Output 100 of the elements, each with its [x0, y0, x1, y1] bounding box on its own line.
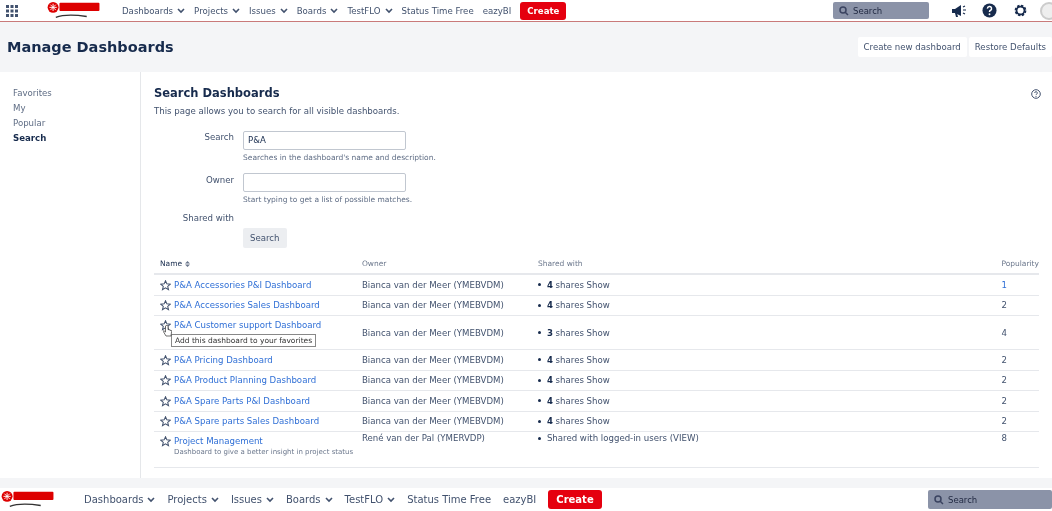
bullet-icon [537, 283, 541, 287]
search-field[interactable]: Search [833, 2, 929, 19]
create-button[interactable]: Create [548, 490, 602, 509]
nav-menu-item[interactable]: Dashboards [122, 5, 186, 16]
bullet-icon [537, 303, 541, 307]
bullet-icon [537, 399, 541, 403]
megaphone-icon[interactable] [951, 3, 966, 18]
nav-menu-item[interactable]: Boards [296, 5, 339, 16]
caret-icon [279, 7, 288, 14]
input-field[interactable] [243, 173, 406, 192]
nav-menu-item[interactable]: Status Time Free [401, 5, 474, 16]
table-cell: Bianca van der Meer (YMEBVDM) [361, 315, 538, 350]
dashboard-link[interactable]: P&A Accessories P&I Dashboard [174, 279, 312, 290]
star-icon[interactable] [160, 436, 171, 447]
popularity-value: 2 [1001, 375, 1007, 386]
field-label: Owner [204, 173, 234, 185]
table-cell: Bianca van der Meer (YMEBVDM) [361, 295, 538, 316]
popularity-value: 4 [1001, 327, 1007, 338]
caret-icon [330, 7, 339, 14]
dashboard-link[interactable]: P&A Spare parts Sales Dashboard [174, 416, 320, 427]
table-cell: Bianca van der Meer (YMEBVDM) [361, 349, 538, 370]
shares-text: 4 shares Show [546, 300, 610, 311]
nav-menu-item[interactable]: Boards [286, 494, 333, 505]
caret-icon [177, 7, 186, 14]
caret-icon [147, 496, 156, 503]
nav-menu-item[interactable]: TestFLO [347, 5, 393, 16]
shares-text: 4 shares Show [546, 395, 610, 406]
field-label: Search [203, 131, 234, 142]
section-title: Search Dashboards [154, 86, 281, 100]
dashboard-link[interactable]: P&A Pricing Dashboard [174, 354, 273, 365]
header-button[interactable]: Create new dashboard [857, 37, 967, 57]
header-button[interactable]: Restore Defaults [968, 37, 1052, 57]
bullet-icon [537, 378, 541, 382]
bullet-icon [537, 331, 541, 334]
star-icon[interactable] [160, 375, 171, 387]
popularity-value[interactable]: 1 [1001, 279, 1007, 290]
shares-text: Shared with logged-in users (VIEW) [546, 433, 699, 443]
star-icon[interactable] [160, 279, 171, 291]
dashboard-link[interactable]: P&A Product Planning Dashboard [174, 375, 317, 386]
bullet-icon [537, 436, 541, 440]
popularity-value: 8 [1001, 433, 1007, 443]
nav-menu-item[interactable]: Status Time Free [407, 494, 492, 505]
search-icon [839, 5, 849, 16]
dashboard-link[interactable]: P&A Customer support Dashboard [174, 320, 322, 330]
nav-menu-item[interactable]: eazyBI [503, 494, 537, 505]
nav-menu-item[interactable]: Dashboards [84, 494, 156, 505]
caret-icon [384, 7, 393, 14]
nav-menu-item[interactable]: eazyBI [482, 5, 512, 16]
nav-menu-item[interactable]: Projects [167, 494, 219, 505]
section-description: This page allows you to search for all visible dashboards. [154, 106, 401, 116]
help-icon[interactable] [982, 3, 997, 18]
caret-icon [232, 7, 240, 14]
popularity-value: 2 [1001, 300, 1007, 311]
popularity-value: 2 [1001, 416, 1007, 427]
shares-text: 3 shares Show [546, 327, 610, 338]
search-button[interactable]: Search [243, 228, 287, 248]
help-icon[interactable] [1031, 89, 1041, 99]
table-cell: René van der Pal (YMERVDP) [361, 431, 538, 468]
shares-text: 4 shares Show [546, 375, 610, 386]
shares-text: 4 shares Show [546, 416, 610, 427]
bullet-icon [537, 358, 541, 362]
sort-icon [185, 260, 191, 267]
shares-text: 4 shares Show [546, 354, 610, 365]
star-icon[interactable] [160, 416, 171, 428]
table-cell: Bianca van der Meer (YMEBVDM) [361, 411, 538, 432]
brand-logo[interactable] [46, 0, 102, 21]
table-cell: Bianca van der Meer (YMEBVDM) [361, 274, 538, 295]
field-label: Shared with [181, 213, 234, 223]
settings-icon[interactable] [1013, 3, 1028, 18]
dashboard-link[interactable]: Project Management [174, 436, 263, 446]
nav-menu-item[interactable]: TestFLO [344, 494, 396, 505]
star-icon[interactable] [160, 300, 171, 312]
nav-menu-item[interactable]: Issues [230, 494, 274, 505]
caret-icon [210, 496, 219, 503]
nav-menu-item[interactable]: Projects [194, 5, 240, 16]
table-cell: Bianca van der Meer (YMEBVDM) [361, 370, 538, 391]
sidebar-item[interactable]: Popular [13, 118, 140, 128]
create-button[interactable]: Create [520, 1, 567, 20]
dashboard-link[interactable]: P&A Spare Parts P&I Dashboard [174, 395, 310, 406]
sidebar-item[interactable]: Search [13, 133, 140, 143]
input-field[interactable]: P&A [243, 130, 406, 150]
search-icon [934, 494, 944, 505]
popularity-value: 2 [1001, 395, 1007, 406]
bullet-icon [537, 419, 541, 423]
star-icon[interactable] [160, 395, 171, 407]
search-field[interactable]: Search [928, 490, 1052, 509]
star-icon[interactable] [160, 320, 171, 331]
table-cell: Bianca van der Meer (YMEBVDM) [361, 390, 538, 411]
sidebar-item[interactable]: My [13, 103, 140, 113]
hand-cursor-icon [163, 325, 172, 337]
star-icon[interactable] [160, 354, 171, 366]
app-switcher-icon[interactable] [6, 4, 18, 17]
sidebar-item[interactable]: Favorites [13, 88, 140, 98]
brand-logo[interactable] [0, 489, 56, 510]
shares-text: 4 shares Show [546, 279, 610, 290]
popularity-value: 2 [1001, 354, 1007, 365]
caret-icon [324, 496, 333, 503]
nav-menu-item[interactable]: Issues [249, 5, 288, 16]
caret-icon [266, 496, 274, 503]
dashboard-link[interactable]: P&A Accessories Sales Dashboard [174, 300, 320, 311]
